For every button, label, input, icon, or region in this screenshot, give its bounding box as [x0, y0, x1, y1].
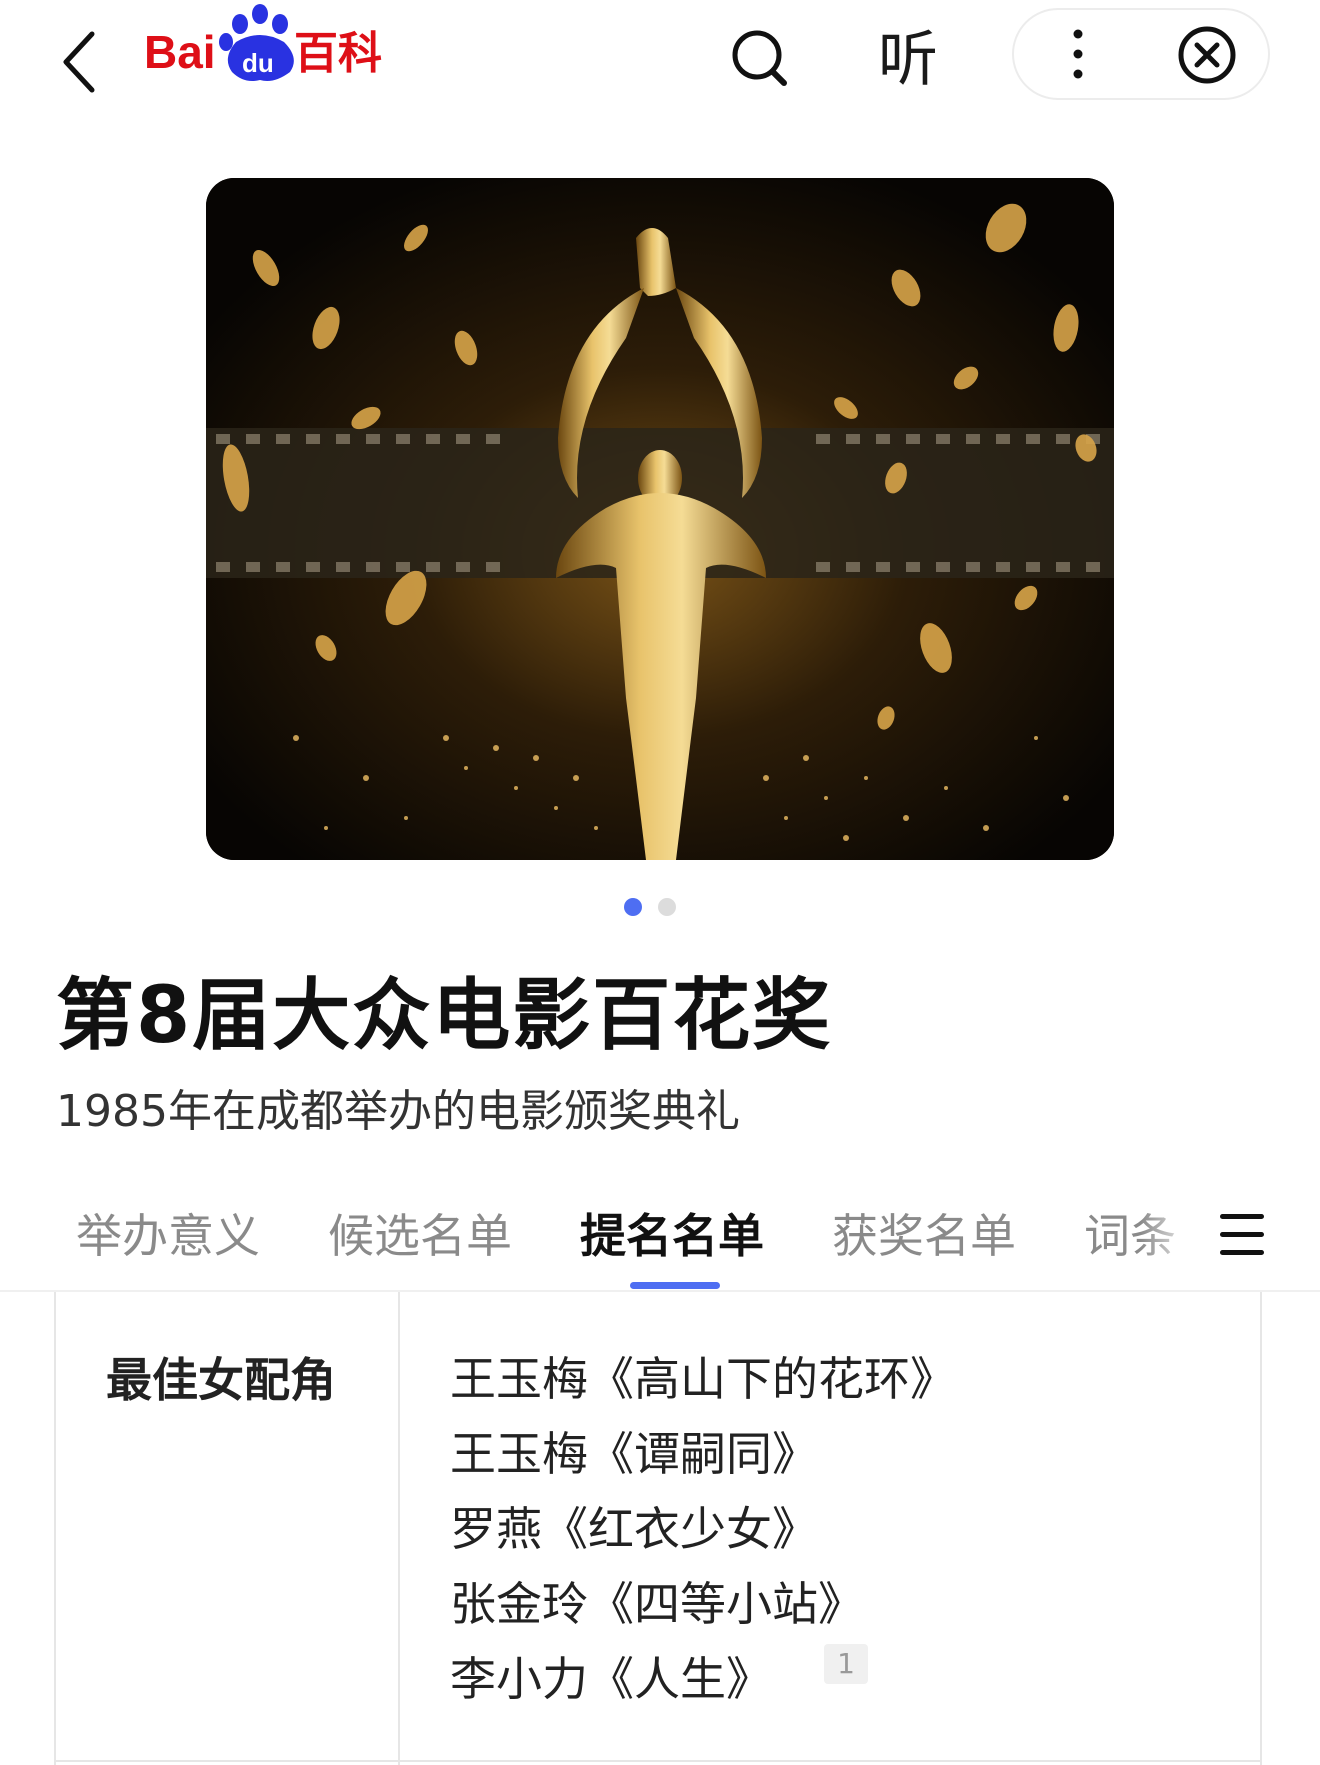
svg-text:Bai: Bai — [144, 26, 216, 78]
tab-winner-list[interactable]: 获奖名单 — [832, 1204, 1016, 1268]
svg-text:du: du — [242, 48, 274, 78]
nominee-item: 罗燕《红衣少女》 — [450, 1502, 818, 1556]
tab-candidate-list[interactable]: 候选名单 — [328, 1204, 512, 1268]
baidu-baike-logo[interactable]: Bai du 百科 — [144, 2, 404, 88]
page-subtitle: 1985年在成都举办的电影颁奖典礼 — [56, 1086, 740, 1137]
menu-icon[interactable] — [1218, 1210, 1268, 1266]
carousel-indicator — [620, 898, 680, 918]
nominee-item: 王玉梅《高山下的花环》 — [450, 1352, 956, 1406]
nominee-item: 王玉梅《谭嗣同》 — [450, 1427, 818, 1481]
more-vertical-icon[interactable] — [1050, 24, 1106, 84]
nominee-item: 张金玲《四等小站》 — [450, 1577, 864, 1631]
carousel-dot-active[interactable] — [624, 898, 642, 916]
top-bar: Bai du 百科 听 — [0, 0, 1320, 120]
tab-hosting-significance[interactable]: 举办意义 — [76, 1204, 260, 1268]
table-bottom-border — [56, 1760, 1260, 1762]
tabs-fade — [1140, 1190, 1210, 1288]
section-tabs: 举办意义 候选名单 提名名单 获奖名单 词条 — [0, 1190, 1320, 1292]
reference-badge[interactable]: 1 — [824, 1644, 868, 1684]
mini-program-capsule — [1012, 8, 1270, 100]
hero-image[interactable] — [206, 178, 1114, 860]
back-arrow-icon[interactable] — [58, 22, 118, 102]
carousel-dot[interactable] — [658, 898, 676, 916]
tab-nomination-list[interactable]: 提名名单 — [580, 1204, 764, 1268]
nominee-row-last: 李小力《人生》 1 — [450, 1642, 956, 1717]
svg-text:百科: 百科 — [294, 28, 382, 79]
nominee-list: 王玉梅《高山下的花环》 王玉梅《谭嗣同》 罗燕《红衣少女》 张金玲《四等小站》 … — [450, 1342, 956, 1717]
column-divider — [398, 1292, 400, 1765]
nominee-item: 李小力《人生》 — [450, 1652, 772, 1706]
award-category: 最佳女配角 — [106, 1353, 336, 1407]
search-icon[interactable] — [724, 22, 796, 94]
nomination-table: 最佳女配角 王玉梅《高山下的花环》 王玉梅《谭嗣同》 罗燕《红衣少女》 张金玲《… — [54, 1292, 1262, 1765]
active-tab-indicator — [630, 1282, 720, 1289]
listen-button[interactable]: 听 — [872, 24, 944, 96]
page-title: 第8届大众电影百花奖 — [56, 971, 833, 1061]
close-circle-icon[interactable] — [1176, 24, 1238, 86]
